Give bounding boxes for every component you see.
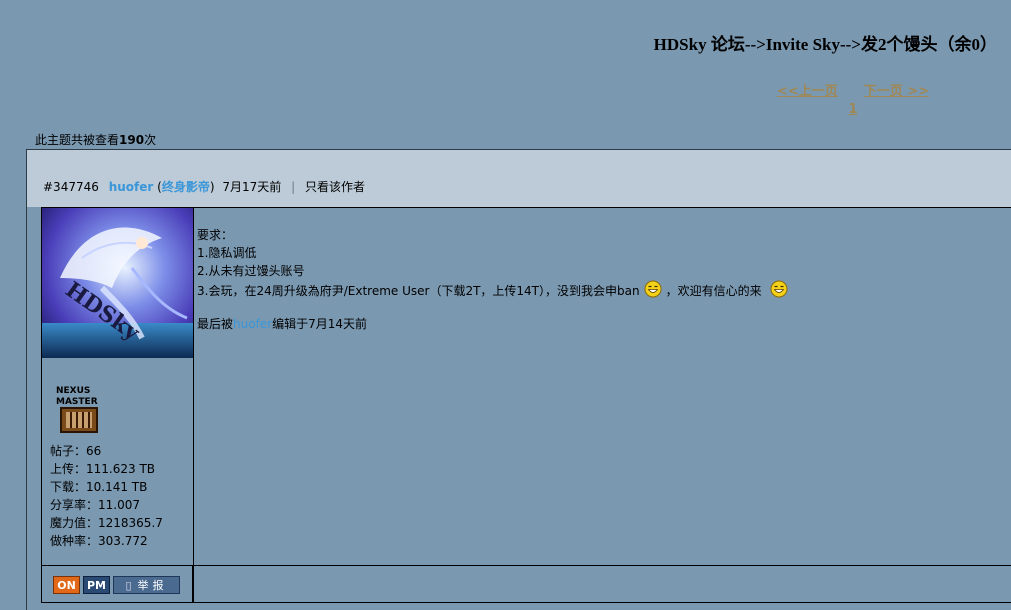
meta-separator: | [291,180,296,194]
rank-close: ) [209,180,215,194]
post-container: #347746 huofer (终身影帝) 7月17天前 | 只看该作者 HDS… [26,149,1011,610]
class-badge: NEXUS MASTER [55,384,105,436]
report-label: 举报 [137,579,168,592]
report-button[interactable]: ▯ 举报 [113,576,180,594]
post-id: #347746 [43,180,99,194]
stat-posts: 帖子：66 [50,444,102,458]
user-stats: 帖子：66 上传：111.623 TB 下载：10.141 TB 分享率：11.… [50,442,163,550]
post-line-4b: ，欢迎有信心的来 [665,284,762,298]
view-count-suffix: 次 [144,133,157,147]
nexus-master-icon: NEXUS MASTER [56,386,98,433]
post-actions: ON PM ▯ 举报 [41,565,1011,603]
stat-seed-rate: 做种率：303.772 [50,534,148,548]
only-author-link[interactable]: 只看该作者 [305,180,365,194]
page-number-link[interactable]: 1 [777,102,929,117]
prev-page-link[interactable]: <<上一页 [777,80,838,99]
post-body: 要求： 1.隐私调低 2.从未有过馒头账号 3.会玩，在24周升级為府尹/Ext… [197,226,792,333]
pager: <<上一页 下一页 >> 1 [777,80,929,117]
post-line-4a: 3.会玩，在24周升级為府尹/Extreme User（下载2T，上传14T），… [197,284,640,298]
user-info-panel: HDSky NEXUS MASTER 帖子：66 上传：111.623 TB 下… [41,207,194,603]
author-rank-link[interactable]: 终身影帝 [162,180,210,194]
edit-note-prefix: 最后被 [197,317,234,331]
edit-note: 最后被huofer编辑于7月14天前 [197,315,792,333]
online-status-button[interactable]: ON [53,576,80,594]
svg-text:MASTER: MASTER [56,397,98,407]
svg-text:NEXUS: NEXUS [56,386,90,396]
post-header: #347746 huofer (终身影帝) 7月17天前 | 只看该作者 [27,150,1011,207]
smiley-icon [770,280,788,303]
stat-bonus: 魔力值：1218365.7 [50,516,163,530]
post-content: 要求： 1.隐私调低 2.从未有过馒头账号 3.会玩，在24周升级為府尹/Ext… [193,207,1011,565]
author-link[interactable]: huofer [109,180,154,194]
avatar-image: HDSky [42,208,193,358]
post-line-2: 1.隐私调低 [197,246,257,260]
report-icon: ▯ [125,578,132,592]
view-count-number: 190 [119,133,145,147]
view-count-prefix: 此主题共被查看 [35,133,120,147]
page-title: HDSky 论坛-->Invite Sky-->发2个馒头（余0） [653,35,997,54]
stat-ratio: 分享率：11.007 [50,498,140,512]
smiley-icon [644,280,662,303]
post-time: 7月17天前 [222,180,282,194]
editor-link[interactable]: huofer [233,317,272,331]
edit-note-suffix: 编辑于7月14天前 [272,317,368,331]
post-meta: #347746 huofer (终身影帝) 7月17天前 | 只看该作者 [43,178,365,195]
pm-button[interactable]: PM [83,576,110,594]
post-line-4: 3.会玩，在24周升级為府尹/Extreme User（下载2T，上传14T），… [197,280,792,303]
stat-uploaded: 上传：111.623 TB [50,462,156,476]
action-divider [192,566,193,602]
stat-downloaded: 下载：10.141 TB [50,480,148,494]
post-line-1: 要求： [197,228,234,242]
avatar: HDSky [42,208,193,358]
post-line-3: 2.从未有过馒头账号 [197,264,305,278]
view-count: 此主题共被查看190次 [35,131,156,148]
next-page-link[interactable]: 下一页 >> [864,80,929,99]
